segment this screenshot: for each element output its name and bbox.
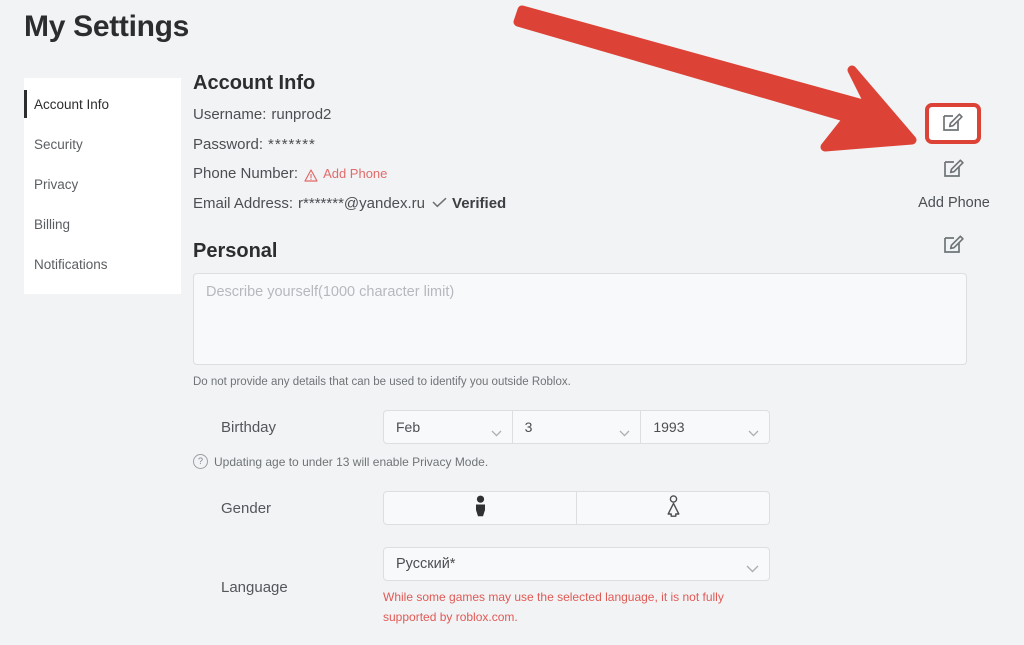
birthday-year-select[interactable]: 1993 bbox=[641, 410, 771, 444]
add-phone-link[interactable]: Add Phone bbox=[323, 166, 387, 181]
password-label: Password: bbox=[193, 135, 264, 153]
gender-buttons bbox=[383, 491, 770, 525]
birthday-selects: Feb 3 1993 bbox=[383, 410, 771, 444]
phone-label: Phone Number: bbox=[193, 165, 299, 182]
sidebar-item-label: Billing bbox=[34, 216, 71, 232]
password-value: ******* bbox=[268, 135, 316, 153]
gender-female-button[interactable] bbox=[577, 491, 770, 525]
birthday-day-value: 3 bbox=[524, 419, 533, 435]
chevron-down-icon bbox=[491, 424, 502, 437]
account-info-heading: Account Info bbox=[193, 72, 316, 94]
sidebar-item-account-info[interactable]: Account Info bbox=[24, 84, 181, 124]
birthday-hint-text: Updating age to under 13 will enable Pri… bbox=[214, 454, 489, 469]
sidebar-item-label: Account Info bbox=[34, 96, 110, 112]
sidebar-item-privacy[interactable]: Privacy bbox=[24, 164, 181, 204]
language-label: Language bbox=[221, 578, 288, 596]
birthday-month-select[interactable]: Feb bbox=[383, 410, 513, 444]
add-phone-side-label[interactable]: Add Phone bbox=[904, 195, 1004, 211]
email-row: Email Address: r*******@yandex.ru Verifi… bbox=[193, 194, 983, 213]
sidebar-item-label: Privacy bbox=[34, 176, 79, 192]
birthday-hint: ? Updating age to under 13 will enable P… bbox=[193, 454, 983, 469]
gender-row: Gender bbox=[193, 491, 983, 525]
email-value: r*******@yandex.ru bbox=[298, 194, 426, 212]
edit-pencil-icon bbox=[943, 232, 965, 259]
email-edit-button[interactable] bbox=[925, 227, 1024, 263]
language-select[interactable]: Русский* bbox=[383, 547, 770, 581]
edit-pencil-icon bbox=[943, 156, 965, 183]
edit-pencil-icon bbox=[942, 110, 964, 137]
password-edit-button[interactable] bbox=[925, 151, 1024, 187]
birthday-year-value: 1993 bbox=[653, 419, 685, 435]
username-edit-button[interactable] bbox=[925, 103, 981, 144]
sidebar-item-notifications[interactable]: Notifications bbox=[24, 244, 181, 284]
edit-icon-column: Add Phone bbox=[918, 100, 1024, 263]
phone-row: Phone Number: Add Phone bbox=[193, 165, 983, 183]
email-label: Email Address: bbox=[193, 194, 294, 212]
username-value: runprod2 bbox=[271, 106, 332, 123]
bio-privacy-note: Do not provide any details that can be u… bbox=[193, 376, 571, 388]
settings-sidebar: Account Info Security Privacy Billing No… bbox=[24, 78, 181, 294]
check-icon bbox=[432, 196, 447, 213]
male-figure-icon bbox=[473, 495, 488, 522]
gender-male-button[interactable] bbox=[383, 491, 577, 525]
birthday-month-value: Feb bbox=[396, 419, 421, 435]
language-value: Русский* bbox=[396, 556, 456, 572]
female-figure-icon bbox=[665, 494, 682, 522]
email-verified-status: Verified bbox=[452, 194, 507, 212]
sidebar-item-label: Security bbox=[34, 136, 83, 152]
sidebar-item-security[interactable]: Security bbox=[24, 124, 181, 164]
gender-label: Gender bbox=[221, 499, 272, 517]
language-row: Language Русский* While some games may u… bbox=[193, 547, 983, 628]
username-row: Username: runprod2 bbox=[193, 106, 983, 124]
language-support-note: While some games may use the selected la… bbox=[383, 590, 724, 624]
personal-heading: Personal bbox=[193, 240, 278, 262]
settings-content: Account Info Username: runprod2 Password… bbox=[193, 72, 983, 628]
birthday-row: Birthday Feb 3 1993 bbox=[193, 410, 983, 444]
bio-textarea[interactable] bbox=[193, 273, 967, 365]
sidebar-item-billing[interactable]: Billing bbox=[24, 204, 181, 244]
chevron-down-icon bbox=[746, 561, 759, 572]
page-title: My Settings bbox=[24, 10, 190, 43]
birthday-day-select[interactable]: 3 bbox=[512, 410, 642, 444]
warning-triangle-icon bbox=[304, 169, 318, 182]
username-label: Username: bbox=[193, 106, 267, 123]
chevron-down-icon bbox=[748, 424, 759, 437]
question-circle-icon: ? bbox=[193, 454, 208, 469]
chevron-down-icon bbox=[619, 424, 630, 437]
password-row: Password: ******* bbox=[193, 135, 983, 154]
birthday-label: Birthday bbox=[221, 418, 277, 436]
sidebar-item-label: Notifications bbox=[34, 256, 108, 272]
